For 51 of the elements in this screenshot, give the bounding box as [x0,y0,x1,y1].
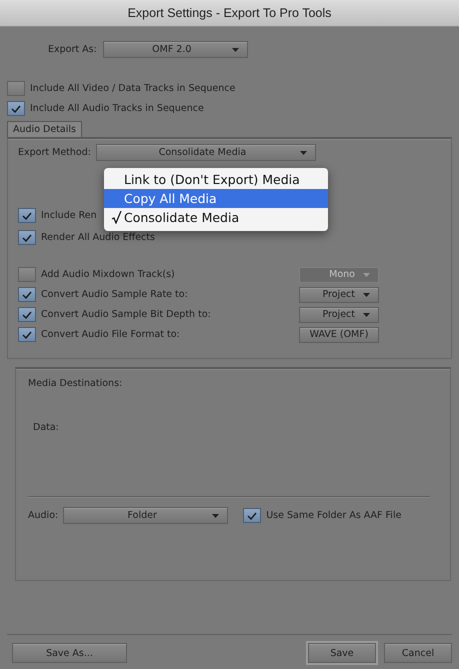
dropdown[interactable]: Project [299,306,379,322]
export-method-dropdown[interactable]: Consolidate Media [96,144,316,161]
checkbox[interactable] [7,101,25,116]
checkbox-label: Convert Audio Sample Bit Depth to: [41,309,212,320]
checkbox[interactable] [18,230,36,245]
check-icon [110,211,122,224]
checkbox-label: Use Same Folder As AAF File [266,510,402,521]
menu-item[interactable]: Consolidate Media [104,208,328,227]
caret-icon [300,150,307,154]
checkbox-label: Include Ren [41,210,97,221]
checkbox[interactable] [7,81,25,96]
caret-icon [232,48,239,52]
checkbox[interactable] [18,267,36,282]
checkbox[interactable] [18,287,36,302]
audio-dropdown[interactable]: Folder [63,507,228,524]
export-as-dropdown[interactable]: OMF 2.0 [102,41,248,58]
audio-label: Audio: [28,510,58,521]
caret-icon [363,312,370,316]
check-icon [11,104,21,112]
checkbox-label: Convert Audio Sample Rate to: [41,289,189,300]
check-icon [22,290,32,298]
check-icon [22,310,32,318]
menu-item[interactable]: Copy All Media [104,189,328,208]
media-destinations-label: Media Destinations: [28,378,124,389]
check-icon [22,234,32,242]
dialog-button[interactable]: Save [308,643,376,663]
dropdown[interactable]: Project [299,286,379,302]
checkbox-label: Add Audio Mixdown Track(s) [41,269,176,280]
caret-icon [363,272,370,276]
caret-icon [363,292,370,296]
checkbox-label: Include All Audio Tracks in Sequence [30,103,204,114]
check-icon [22,212,32,220]
checkbox[interactable] [18,327,36,342]
dialog-button[interactable]: Cancel [384,643,452,663]
data-label: Data: [32,422,60,433]
checkbox-label: Include All Video / Data Tracks in Sequence [30,83,236,94]
checkbox[interactable] [18,208,36,223]
export-method-label: Export Method: [18,147,91,158]
check-icon [247,512,258,520]
export-as-label: Export As: [48,44,97,55]
save-as-button[interactable]: Save As... [12,643,127,663]
tab[interactable]: Audio Details [7,121,82,137]
checkbox-label: Convert Audio File Format to: [41,329,181,340]
checkbox-label: Render All Audio Effects [41,232,155,243]
checkbox[interactable] [243,508,262,523]
window-title: Export Settings - Export To Pro Tools [128,6,332,20]
format-button[interactable]: WAVE (OMF) [299,326,379,342]
menu-item[interactable]: Link to (Don't Export) Media [104,170,328,189]
checkbox[interactable] [18,307,36,322]
caret-icon [212,514,220,518]
check-icon [22,330,32,338]
